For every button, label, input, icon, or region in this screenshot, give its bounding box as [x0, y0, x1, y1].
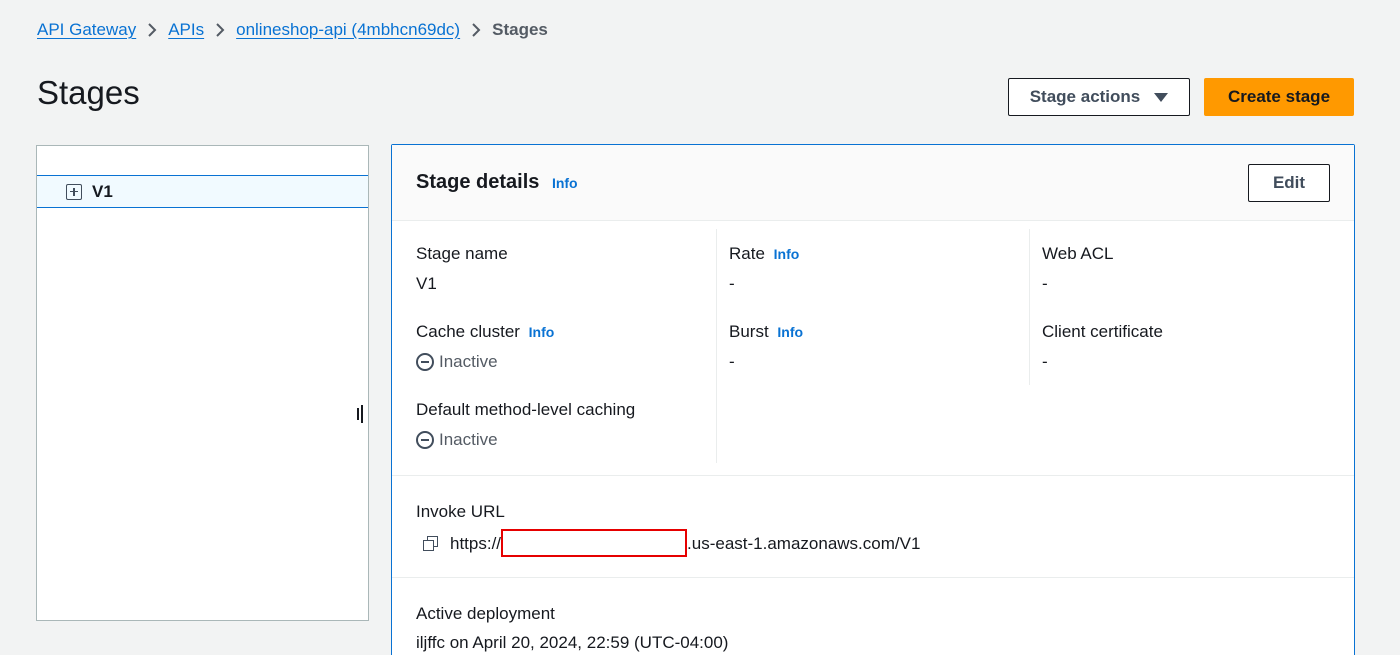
cache-cluster-status: Inactive: [416, 352, 554, 372]
stage-actions-button[interactable]: Stage actions: [1008, 78, 1190, 116]
stage-name-label: Stage name: [416, 244, 508, 263]
invoke-url-label: Invoke URL: [416, 502, 505, 521]
breadcrumb-current: Stages: [492, 20, 548, 39]
default-caching-field: Default method-level caching Inactive: [416, 400, 635, 450]
rate-value: -: [729, 274, 735, 293]
burst-info-link[interactable]: Info: [777, 324, 803, 340]
stage-details-info-link[interactable]: Info: [552, 175, 578, 191]
invoke-url-prefix: https://: [450, 534, 502, 553]
caret-down-icon: [1154, 92, 1169, 102]
cache-cluster-label: Cache cluster Info: [416, 322, 554, 342]
rate-field: Rate Info -: [729, 244, 799, 294]
cache-cluster-info-link[interactable]: Info: [529, 324, 555, 340]
panel-resize-handle[interactable]: [357, 405, 365, 423]
breadcrumb-apis[interactable]: APIs: [168, 20, 204, 40]
tree-item-label: V1: [92, 181, 113, 201]
client-certificate-label: Client certificate: [1042, 322, 1163, 341]
stage-actions-label: Stage actions: [1029, 87, 1141, 106]
default-caching-label: Default method-level caching: [416, 400, 636, 419]
section-divider: [392, 475, 1354, 476]
chevron-right-icon: [204, 22, 236, 38]
cache-cluster-label-text: Cache cluster: [416, 322, 520, 341]
copy-icon[interactable]: [422, 535, 440, 553]
rate-label-text: Rate: [729, 244, 765, 263]
stage-details-title: Stage details Info: [416, 171, 578, 194]
client-certificate-field: Client certificate -: [1042, 322, 1163, 372]
section-divider: [392, 577, 1354, 578]
burst-label: Burst Info: [729, 322, 803, 342]
burst-value: -: [729, 352, 735, 371]
active-deployment-field: Active deployment iljffc on April 20, 20…: [416, 604, 728, 653]
column-divider: [716, 229, 717, 463]
create-stage-button[interactable]: Create stage: [1204, 78, 1354, 116]
cache-cluster-field: Cache cluster Info Inactive: [416, 322, 554, 372]
client-certificate-value: -: [1042, 352, 1048, 371]
cache-cluster-value: Inactive: [439, 352, 498, 371]
invoke-url-value: https:// .us-east-1.amazonaws.com/V1: [416, 529, 921, 557]
stage-name-value: V1: [416, 274, 437, 293]
web-acl-value: -: [1042, 274, 1048, 293]
breadcrumb-api-gateway[interactable]: API Gateway: [37, 20, 136, 40]
active-deployment-value: iljffc on April 20, 2024, 22:59 (UTC-04:…: [416, 633, 729, 652]
web-acl-label: Web ACL: [1042, 244, 1114, 263]
expand-plus-icon[interactable]: [66, 183, 82, 200]
active-deployment-label: Active deployment: [416, 604, 555, 623]
stage-details-container: Stage details Info Edit Stage name V1 Ca…: [391, 144, 1355, 655]
stage-details-header: Stage details Info Edit: [392, 145, 1354, 221]
invoke-url-suffix: .us-east-1.amazonaws.com/V1: [687, 534, 921, 553]
stage-details-title-text: Stage details: [416, 171, 540, 193]
burst-field: Burst Info -: [729, 322, 803, 372]
stages-tree-panel: V1: [36, 145, 369, 621]
rate-info-link[interactable]: Info: [774, 246, 800, 262]
status-inactive-icon: [416, 431, 434, 449]
breadcrumb-api-name[interactable]: onlineshop-api (4mbhcn69dc): [236, 20, 460, 40]
rate-label: Rate Info: [729, 244, 799, 264]
tree-item-v1[interactable]: V1: [37, 175, 368, 208]
invoke-url-field: Invoke URL https:// .us-east-1.amazonaws…: [416, 502, 920, 557]
chevron-right-icon: [136, 22, 168, 38]
default-caching-value: Inactive: [439, 430, 498, 449]
status-inactive-icon: [416, 353, 434, 371]
column-divider: [1029, 229, 1030, 385]
breadcrumb: API Gateway APIs onlineshop-api (4mbhcn6…: [37, 20, 548, 40]
page-title: Stages: [37, 74, 140, 111]
default-caching-status: Inactive: [416, 430, 635, 450]
web-acl-field: Web ACL -: [1042, 244, 1114, 294]
burst-label-text: Burst: [729, 322, 769, 341]
stage-name-field: Stage name V1: [416, 244, 508, 294]
redaction-box: [501, 529, 688, 557]
edit-button[interactable]: Edit: [1248, 164, 1330, 202]
chevron-right-icon: [460, 22, 492, 38]
